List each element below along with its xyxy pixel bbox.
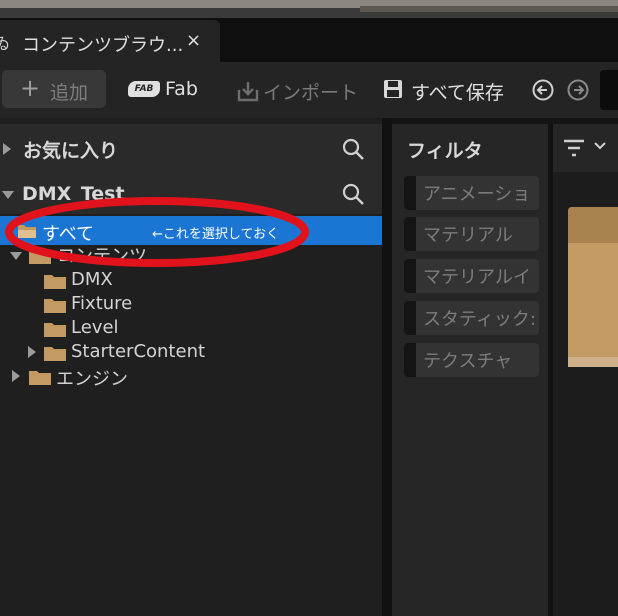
filter-chip-checkbox[interactable] xyxy=(404,343,416,377)
expand-arrow-icon[interactable] xyxy=(12,370,20,382)
tab-close-icon[interactable]: × xyxy=(186,30,201,51)
folder-icon xyxy=(44,299,66,313)
favorites-label: お気に入り xyxy=(23,140,119,162)
filter-chip-checkbox[interactable] xyxy=(404,176,416,210)
fab-button-label[interactable]: Fab xyxy=(165,78,198,100)
save-icon[interactable] xyxy=(383,79,403,99)
fab-icon[interactable]: FAB xyxy=(128,81,160,97)
filter-chip-checkbox[interactable] xyxy=(404,259,416,293)
import-icon[interactable] xyxy=(236,80,260,102)
asset-view xyxy=(553,124,618,616)
expand-arrow-icon[interactable] xyxy=(28,346,36,358)
add-button-label: 追加 xyxy=(50,82,89,104)
viewport-edge-shadow xyxy=(360,6,618,12)
folder-icon xyxy=(44,323,66,337)
tree-item-fixture[interactable]: Fixture xyxy=(71,293,132,314)
filter-chip-checkbox[interactable] xyxy=(404,301,416,335)
content-browser-icon: ゐ xyxy=(0,34,11,53)
import-button-label[interactable]: インポート xyxy=(263,78,358,105)
filter-chip-label: テクスチャ xyxy=(423,351,513,372)
search-icon[interactable] xyxy=(341,182,365,206)
annotation-ellipse xyxy=(5,197,309,267)
tree-item-starter-content[interactable]: StarterContent xyxy=(71,341,205,362)
folder-tile-top xyxy=(568,207,618,243)
chevron-down-icon[interactable] xyxy=(593,140,607,152)
folder-tile[interactable] xyxy=(568,207,618,367)
window-top-strip xyxy=(0,0,618,18)
expand-arrow-icon[interactable] xyxy=(3,143,11,155)
panel-splitter[interactable] xyxy=(382,118,392,616)
filter-icon[interactable] xyxy=(563,138,585,158)
search-icon[interactable] xyxy=(341,137,365,161)
plus-icon: + xyxy=(20,74,41,102)
forward-arrow-icon[interactable] xyxy=(567,79,589,101)
filter-chip-label: マテリアルイ xyxy=(423,267,531,288)
save-all-button-label[interactable]: すべて保存 xyxy=(411,78,504,105)
filter-chip[interactable]: テクスチャ xyxy=(404,343,539,377)
folder-icon xyxy=(44,347,66,361)
filter-chip-label: アニメーショ xyxy=(423,184,531,205)
tree-item-engine[interactable]: エンジン xyxy=(56,365,128,391)
folder-icon xyxy=(29,371,51,385)
filter-chip-label: マテリアル xyxy=(423,225,513,246)
tree-item-dmx[interactable]: DMX xyxy=(71,269,113,290)
tab-title: コンテンツブラウ... xyxy=(22,35,184,56)
tree-item-level[interactable]: Level xyxy=(71,317,119,338)
back-arrow-icon[interactable] xyxy=(532,79,554,101)
path-search-input[interactable] xyxy=(600,70,618,110)
filter-chip-checkbox[interactable] xyxy=(404,217,416,251)
filter-chip[interactable]: マテリアル xyxy=(404,217,539,251)
filter-chip[interactable]: マテリアルイ xyxy=(404,259,539,293)
filters-title: フィルタ xyxy=(407,140,483,162)
filter-chip[interactable]: スタティック: xyxy=(404,301,539,335)
filter-chip-label: スタティック: xyxy=(423,309,536,330)
folder-tile-bottom xyxy=(568,357,618,367)
folder-icon xyxy=(44,275,66,289)
filter-chip[interactable]: アニメーショ xyxy=(404,176,539,210)
